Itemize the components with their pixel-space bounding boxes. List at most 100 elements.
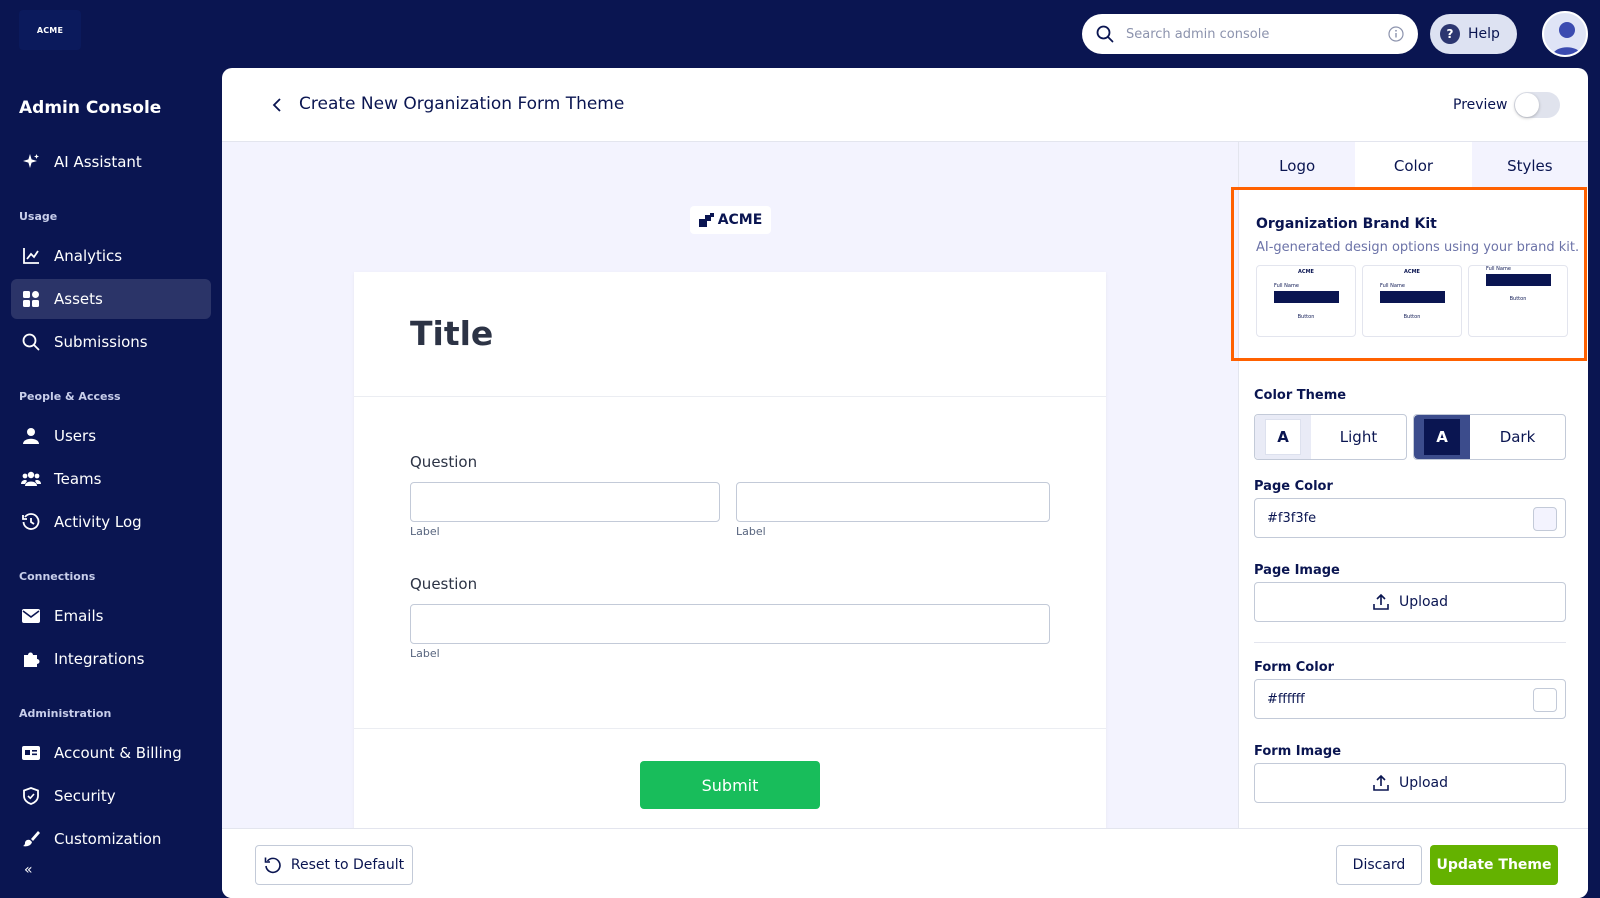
tab-logo[interactable]: Logo xyxy=(1239,142,1355,190)
discard-button[interactable]: Discard xyxy=(1336,845,1422,885)
footer-bar: Reset to Default Discard Update Theme xyxy=(222,828,1588,898)
theme-settings-panel: Logo Color Styles Organization Brand Kit… xyxy=(1231,142,1588,828)
panel-divider xyxy=(1254,642,1566,643)
org-logo[interactable]: ACME xyxy=(19,10,81,50)
theme-swatch-letter: A xyxy=(1265,419,1301,455)
text-field-first[interactable] xyxy=(410,482,720,522)
brand-kit-option-3[interactable]: Full Name Button xyxy=(1468,265,1568,337)
avatar[interactable] xyxy=(1542,11,1588,57)
dark-swatch: A xyxy=(1414,415,1470,459)
sidebar-item-customization[interactable]: Customization xyxy=(11,819,211,859)
form-title[interactable]: Title xyxy=(410,314,493,353)
update-theme-button[interactable]: Update Theme xyxy=(1430,845,1558,885)
theme-light-label: Light xyxy=(1339,428,1378,446)
page-header: Create New Organization Form Theme Previ… xyxy=(222,68,1588,142)
sidebar-item-label: Security xyxy=(54,787,116,805)
brand-kit-highlight: Organization Brand Kit AI-generated desi… xyxy=(1231,187,1587,361)
search-icon xyxy=(1096,25,1114,43)
sidebar-item-ai-assistant[interactable]: AI Assistant xyxy=(11,142,211,182)
back-arrow-icon[interactable] xyxy=(266,94,288,116)
upload-icon xyxy=(1373,593,1389,610)
info-icon[interactable] xyxy=(1388,26,1404,42)
thumb-field-bar xyxy=(1486,274,1551,286)
sidebar-item-label: Teams xyxy=(54,470,102,488)
page-title: Create New Organization Form Theme xyxy=(299,94,625,114)
toggle-knob xyxy=(1515,93,1539,117)
sidebar-item-label: Integrations xyxy=(54,650,145,668)
user-avatar-icon xyxy=(1552,22,1582,55)
search-input[interactable] xyxy=(1126,26,1388,42)
search-bar[interactable] xyxy=(1082,14,1418,54)
sidebar-item-account-billing[interactable]: Account & Billing xyxy=(11,733,211,773)
preview-toggle[interactable] xyxy=(1514,92,1560,118)
brand-kit-option-2[interactable]: ACME Full Name Button xyxy=(1362,265,1462,337)
history-icon xyxy=(21,512,41,532)
thumb-button-label: Button xyxy=(1403,314,1421,320)
reset-to-default-button[interactable]: Reset to Default xyxy=(255,845,413,885)
sidebar-item-analytics[interactable]: Analytics xyxy=(11,236,211,276)
collapse-sidebar-icon[interactable]: « xyxy=(24,862,33,878)
question-label: Question xyxy=(410,575,478,593)
text-field-full[interactable] xyxy=(410,604,1050,644)
theme-option-dark[interactable]: A Dark xyxy=(1413,414,1566,460)
help-icon: ? xyxy=(1440,24,1460,44)
sidebar-item-submissions[interactable]: Submissions xyxy=(11,322,211,362)
text-field-second[interactable] xyxy=(736,482,1050,522)
section-label-connections: Connections xyxy=(19,570,96,583)
help-label: Help xyxy=(1468,26,1500,42)
sidebar-item-integrations[interactable]: Integrations xyxy=(11,639,211,679)
sparkle-icon xyxy=(21,152,41,172)
theme-swatch-letter: A xyxy=(1424,419,1460,455)
form-divider xyxy=(354,728,1106,729)
upload-icon xyxy=(1373,774,1389,791)
id-card-icon xyxy=(21,743,41,763)
question-label: Question xyxy=(410,453,478,471)
section-label-administration: Administration xyxy=(19,707,112,720)
sidebar-item-assets[interactable]: Assets xyxy=(11,279,211,319)
sidebar-item-label: Customization xyxy=(54,830,162,848)
form-logo-text: ACME xyxy=(717,212,763,228)
thumb-field-label: Full Name xyxy=(1486,266,1511,272)
shield-icon xyxy=(21,786,41,806)
page-color-swatch[interactable] xyxy=(1533,507,1557,531)
help-button[interactable]: ? Help xyxy=(1430,14,1517,54)
org-logo-text: ACME xyxy=(36,25,64,35)
preview-label: Preview xyxy=(1453,97,1508,113)
field-sub-label: Label xyxy=(410,525,440,538)
thumb-field-label: Full Name xyxy=(1380,283,1405,289)
form-color-label: Form Color xyxy=(1254,660,1335,675)
color-theme-label: Color Theme xyxy=(1254,388,1347,403)
page-image-upload-button[interactable]: Upload xyxy=(1254,582,1566,622)
sidebar-item-activity-log[interactable]: Activity Log xyxy=(11,502,211,542)
upload-label: Upload xyxy=(1398,775,1449,791)
sidebar: Admin Console AI Assistant Usage Analyti… xyxy=(0,68,222,898)
form-color-value: #ffffff xyxy=(1267,691,1305,707)
sidebar-item-emails[interactable]: Emails xyxy=(11,596,211,636)
sidebar-item-security[interactable]: Security xyxy=(11,776,211,816)
tab-styles[interactable]: Styles xyxy=(1472,142,1588,190)
sidebar-item-users[interactable]: Users xyxy=(11,416,211,456)
submit-button[interactable]: Submit xyxy=(640,761,820,809)
section-label-usage: Usage xyxy=(19,210,58,223)
brand-kit-subtitle: AI-generated design options using your b… xyxy=(1256,240,1580,255)
form-image-upload-button[interactable]: Upload xyxy=(1254,763,1566,803)
thumb-field-bar xyxy=(1274,291,1339,303)
sidebar-item-label: Analytics xyxy=(54,247,123,265)
chart-line-icon xyxy=(21,246,41,266)
page-color-input[interactable]: #f3f3fe xyxy=(1254,498,1566,538)
form-preview-canvas: ACME Title Question Label Label Question… xyxy=(222,142,1238,828)
sidebar-item-label: Users xyxy=(54,427,97,445)
page-image-label: Page Image xyxy=(1254,563,1340,578)
tab-color[interactable]: Color xyxy=(1355,142,1472,190)
thumb-logo: ACME xyxy=(1404,269,1420,275)
team-icon xyxy=(21,469,41,489)
reset-icon xyxy=(264,857,281,874)
brand-kit-option-1[interactable]: ACME Full Name Button xyxy=(1256,265,1356,337)
theme-option-light[interactable]: A Light xyxy=(1254,414,1407,460)
form-color-swatch[interactable] xyxy=(1533,688,1557,712)
puzzle-icon xyxy=(21,649,41,669)
page-color-label: Page Color xyxy=(1254,479,1333,494)
form-color-input[interactable]: #ffffff xyxy=(1254,679,1566,719)
sidebar-item-teams[interactable]: Teams xyxy=(11,459,211,499)
mail-icon xyxy=(21,606,41,626)
